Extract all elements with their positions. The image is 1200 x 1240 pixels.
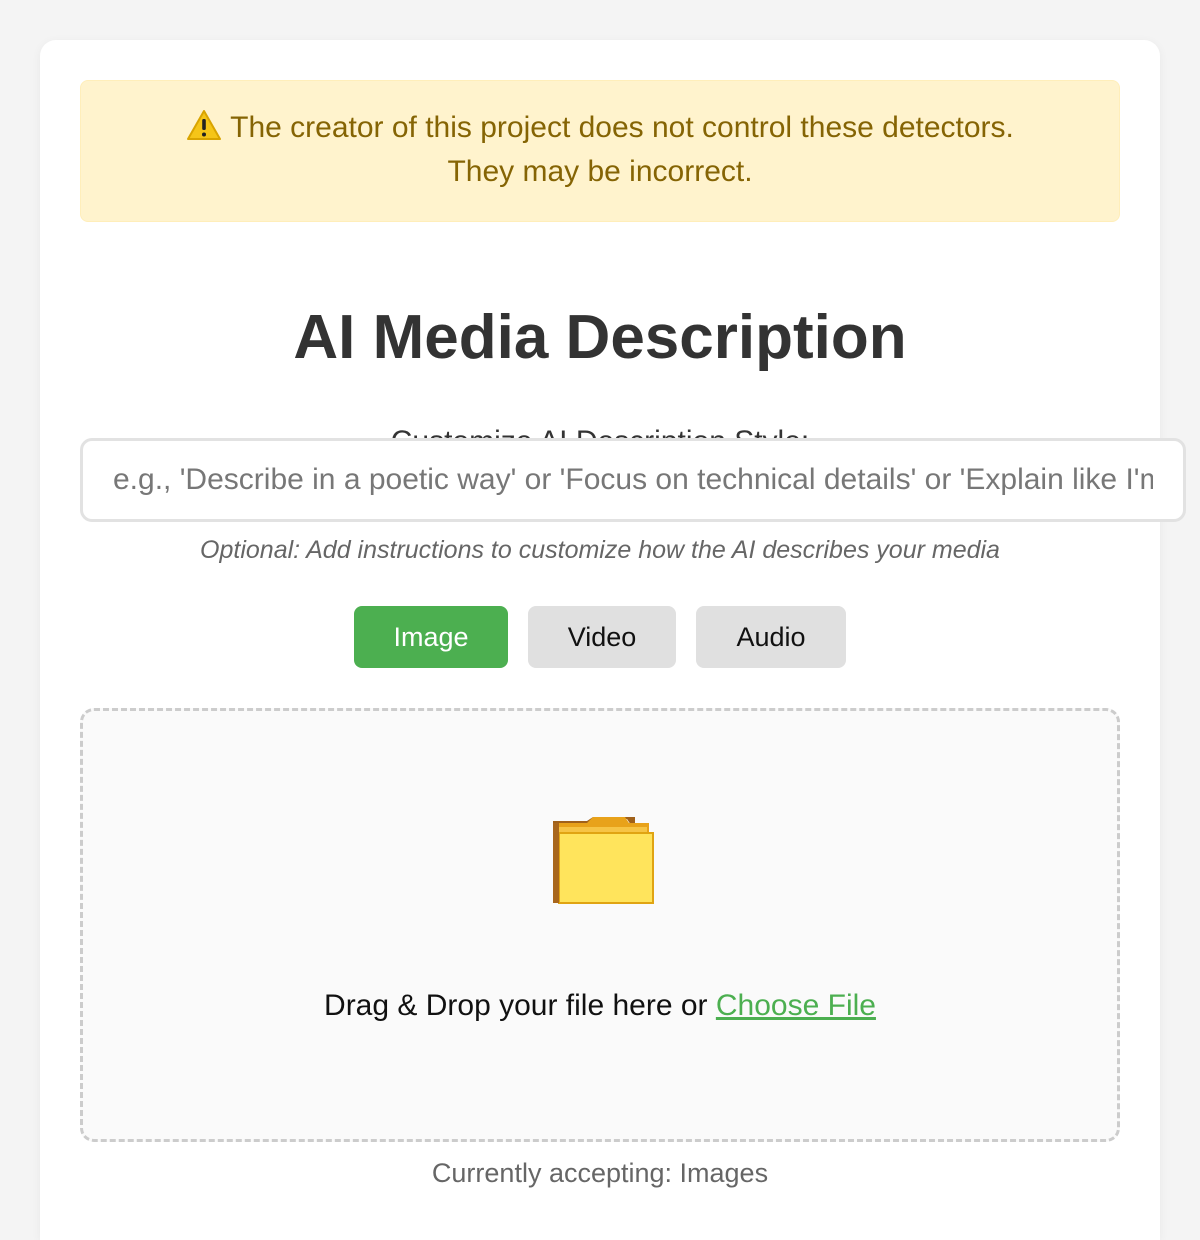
warning-text-1: The creator of this project does not con… — [230, 111, 1014, 144]
warning-line-2: They may be incorrect. — [447, 155, 753, 188]
tab-video[interactable]: Video — [528, 606, 676, 668]
file-dropzone[interactable]: Drag & Drop your file here or Choose Fil… — [80, 708, 1120, 1142]
accepting-status: Currently accepting: Images — [431, 1158, 769, 1188]
dropzone-prompt: Drag & Drop your file here or — [324, 989, 716, 1022]
tab-audio[interactable]: Audio — [696, 606, 846, 668]
page-title: AI Media Description — [293, 303, 907, 372]
tab-image[interactable]: Image — [354, 606, 508, 668]
warning-line-1: The creator of this project does not con… — [81, 106, 1119, 150]
dropzone-text: Drag & Drop your file here or Choose Fil… — [83, 989, 1117, 1023]
folder-icon — [549, 811, 657, 907]
warning-banner: The creator of this project does not con… — [80, 80, 1120, 222]
warning-icon — [186, 109, 222, 141]
media-type-tabs: Image Video Audio — [40, 606, 1160, 668]
customize-hint: Optional: Add instructions to customize … — [200, 536, 1000, 564]
customize-style-input[interactable] — [80, 438, 1186, 522]
main-card: The creator of this project does not con… — [40, 40, 1186, 1240]
choose-file-link[interactable]: Choose File — [716, 989, 876, 1022]
